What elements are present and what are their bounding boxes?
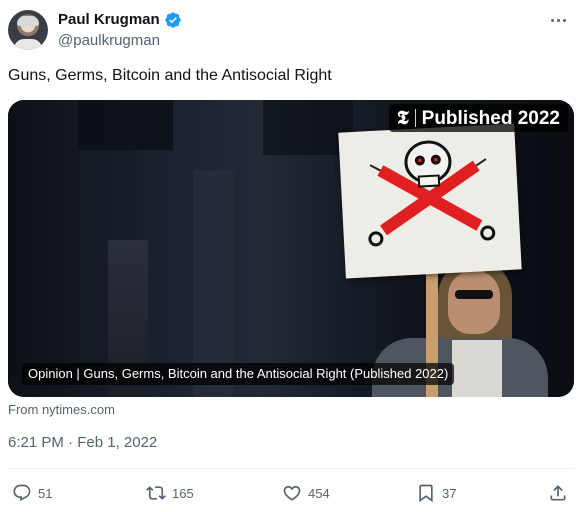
retweet-button[interactable]: 165 bbox=[146, 478, 194, 508]
like-button[interactable]: 454 bbox=[282, 478, 330, 508]
avatar[interactable] bbox=[8, 10, 48, 50]
like-icon bbox=[283, 485, 301, 501]
link-card[interactable]: 𝕿 Published 2022 Opinion | Guns, Germs, … bbox=[8, 100, 574, 397]
reply-count: 51 bbox=[38, 485, 53, 501]
card-caption: Opinion | Guns, Germs, Bitcoin and the A… bbox=[22, 363, 455, 385]
nyt-published-badge: 𝕿 Published 2022 bbox=[388, 104, 568, 132]
retweet-count: 165 bbox=[172, 485, 194, 501]
author-handle[interactable]: @paulkrugman bbox=[58, 32, 160, 50]
bookmark-button[interactable]: 37 bbox=[416, 478, 456, 508]
card-source[interactable]: From nytimes.com bbox=[8, 402, 115, 418]
divider bbox=[8, 468, 574, 469]
bookmark-icon bbox=[419, 484, 433, 503]
published-label: Published 2022 bbox=[421, 107, 560, 129]
author-display-name[interactable]: Paul Krugman bbox=[58, 10, 160, 30]
tweet-text: Guns, Germs, Bitcoin and the Antisocial … bbox=[8, 67, 332, 84]
author-name-row: Paul Krugman bbox=[58, 10, 182, 30]
reply-button[interactable]: 51 bbox=[12, 478, 52, 508]
action-bar: 51 165 454 37 bbox=[8, 478, 574, 508]
bookmark-count: 37 bbox=[442, 485, 457, 501]
tweet-header: Paul Krugman @paulkrugman bbox=[8, 8, 574, 52]
more-icon[interactable] bbox=[546, 10, 570, 30]
verified-icon bbox=[164, 11, 182, 29]
nyt-logo-icon: 𝕿 bbox=[396, 106, 409, 129]
retweet-icon bbox=[146, 486, 166, 500]
tweet-timestamp[interactable]: 6:21 PM · Feb 1, 2022 bbox=[8, 434, 157, 452]
like-count: 454 bbox=[308, 485, 330, 501]
protest-sign-image bbox=[338, 123, 522, 279]
share-button[interactable] bbox=[548, 478, 568, 508]
reply-icon bbox=[13, 484, 31, 502]
share-icon bbox=[550, 485, 566, 501]
